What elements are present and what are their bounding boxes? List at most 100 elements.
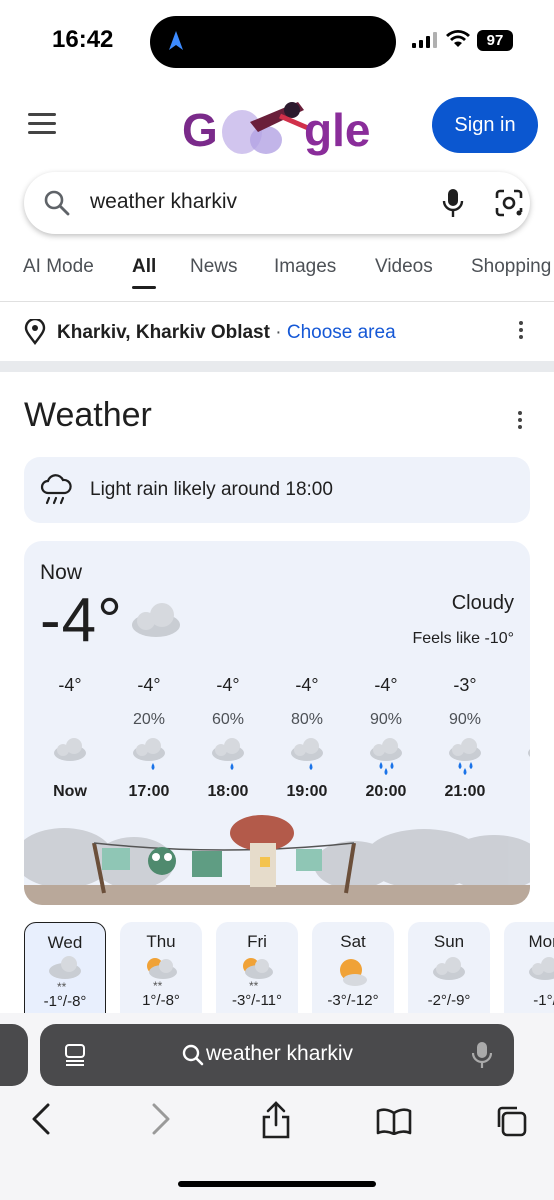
daily-forecast[interactable]: Wed ** -1°/-8° Thu ** 1°/-8° Fri ** -3°/-11° Sat -…: [24, 922, 554, 1014]
sun-snow-icon: **: [216, 954, 298, 993]
cellular-signal-icon: [412, 32, 437, 48]
status-bar: 16:42 97: [0, 0, 554, 84]
rain-icon: [512, 735, 530, 775]
google-lens-icon[interactable]: [494, 188, 524, 218]
rain-icon: [117, 735, 181, 775]
weather-more-options-icon[interactable]: [518, 411, 524, 432]
day-name: Sat: [340, 932, 366, 951]
hourly-label: 20:00: [365, 783, 407, 800]
location-pin-icon: [24, 319, 46, 345]
location-bar: Kharkiv, Kharkiv Oblast · Choose area: [0, 303, 554, 361]
svg-text:gle: gle: [304, 104, 370, 156]
dynamic-island: [150, 16, 396, 68]
hourly-precip: 9: [512, 711, 530, 733]
tabs-icon[interactable]: [495, 1105, 527, 1137]
tab-videos[interactable]: Videos: [375, 256, 433, 278]
day-card-fri[interactable]: Fri ** -3°/-11°: [216, 922, 298, 1014]
hourly-item[interactable]: -4° Now: [38, 675, 102, 801]
day-name: Thu: [146, 932, 176, 951]
condition-text: Cloudy: [451, 592, 514, 614]
current-temperature: -4°: [40, 586, 123, 655]
hourly-label: 21:00: [444, 783, 486, 800]
hourly-temp: -4°: [374, 675, 398, 695]
wifi-icon: [446, 30, 470, 47]
day-card-sat[interactable]: Sat -3°/-12°: [312, 922, 394, 1014]
hourly-temp: -3°: [453, 675, 477, 695]
cloud-icon: [504, 954, 554, 988]
heavy-rain-icon: [354, 735, 418, 775]
sun-snow-icon: **: [120, 954, 202, 993]
bookmarks-icon[interactable]: [376, 1107, 412, 1135]
day-range: -3°/-12°: [327, 992, 379, 1009]
section-divider: [0, 361, 554, 372]
heavy-rain-icon: [433, 735, 497, 775]
day-name: Fri: [247, 932, 267, 951]
day-card-mon[interactable]: Mon -1°/: [504, 922, 554, 1014]
search-input[interactable]: weather kharkiv: [90, 190, 237, 214]
choose-area-link[interactable]: Choose area: [287, 322, 396, 343]
hourly-precip: 90%: [448, 711, 482, 728]
location-name: Kharkiv, Kharkiv Oblast: [57, 322, 270, 343]
search-icon: [182, 1044, 204, 1066]
hourly-label: Now: [53, 783, 87, 800]
partly-sunny-icon: [312, 954, 394, 988]
tab-shopping[interactable]: Shopping: [471, 256, 551, 278]
hourly-precip: 60%: [211, 711, 245, 728]
tab-ai-mode[interactable]: AI Mode: [23, 256, 94, 278]
day-range: -3°/-11°: [231, 992, 283, 1009]
location-arrow-icon: [169, 31, 183, 50]
cloud-icon: [38, 735, 102, 775]
hourly-label: 2: [512, 783, 530, 801]
google-doodle-logo[interactable]: G gle: [180, 92, 375, 162]
weather-alert[interactable]: Light rain likely around 18:00: [24, 457, 530, 523]
day-range: -1°/: [533, 992, 554, 1009]
hourly-label: 19:00: [286, 783, 328, 800]
hourly-item[interactable]: -4° 20% 17:00: [117, 675, 181, 801]
back-icon[interactable]: [30, 1103, 52, 1135]
hourly-item[interactable]: -4° 90% 20:00: [354, 675, 418, 801]
hourly-item[interactable]: 92: [512, 675, 530, 801]
hourly-item[interactable]: -3° 90% 21:00: [433, 675, 497, 801]
share-icon[interactable]: [261, 1101, 291, 1139]
address-text[interactable]: weather kharkiv: [206, 1042, 353, 1066]
day-card-wed[interactable]: Wed ** -1°/-8°: [24, 922, 106, 1014]
hourly-temp: -4°: [58, 675, 82, 695]
reader-icon[interactable]: [64, 1043, 86, 1067]
address-bar[interactable]: weather kharkiv: [40, 1024, 514, 1086]
menu-icon[interactable]: [28, 113, 56, 135]
day-card-thu[interactable]: Thu ** 1°/-8°: [120, 922, 202, 1014]
hourly-precip: [38, 711, 102, 733]
rain-icon: [196, 735, 260, 775]
current-weather-card: Now -4° Cloudy Feels like -10° -4° Now -4°…: [24, 541, 530, 905]
weather-scene-illustration: [24, 813, 530, 905]
hourly-precip: 20%: [132, 711, 166, 728]
location-separator: ·: [275, 322, 282, 343]
day-name: Wed: [47, 933, 83, 952]
tab-all[interactable]: All: [132, 256, 157, 289]
day-card-sun[interactable]: Sun -2°/-9°: [408, 922, 490, 1014]
hourly-label: 18:00: [207, 783, 249, 800]
svg-text:**: **: [57, 980, 67, 994]
hourly-item[interactable]: -4° 80% 19:00: [275, 675, 339, 801]
tab-news[interactable]: News: [190, 256, 238, 278]
search-box[interactable]: weather kharkiv: [24, 172, 530, 234]
microphone-icon[interactable]: [472, 1041, 492, 1069]
browser-toolbar: weather kharkiv: [0, 1013, 554, 1200]
tab-images[interactable]: Images: [274, 256, 336, 278]
svg-text:G: G: [182, 104, 218, 156]
now-label: Now: [40, 561, 83, 584]
hourly-temp: -4°: [295, 675, 319, 695]
previous-tab-preview[interactable]: [0, 1024, 28, 1086]
forward-icon[interactable]: [150, 1103, 172, 1135]
day-range: 1°/-8°: [142, 992, 180, 1009]
microphone-icon[interactable]: [442, 188, 464, 218]
hourly-item[interactable]: -4° 60% 18:00: [196, 675, 260, 801]
home-indicator: [178, 1181, 376, 1187]
clock: 16:42: [52, 26, 114, 53]
sign-in-button[interactable]: Sign in: [432, 97, 538, 153]
day-name: Mon: [528, 932, 554, 951]
svg-text:**: **: [153, 979, 163, 993]
more-options-icon[interactable]: [519, 321, 525, 342]
rain-icon: [275, 735, 339, 775]
cloud-icon: [408, 954, 490, 988]
